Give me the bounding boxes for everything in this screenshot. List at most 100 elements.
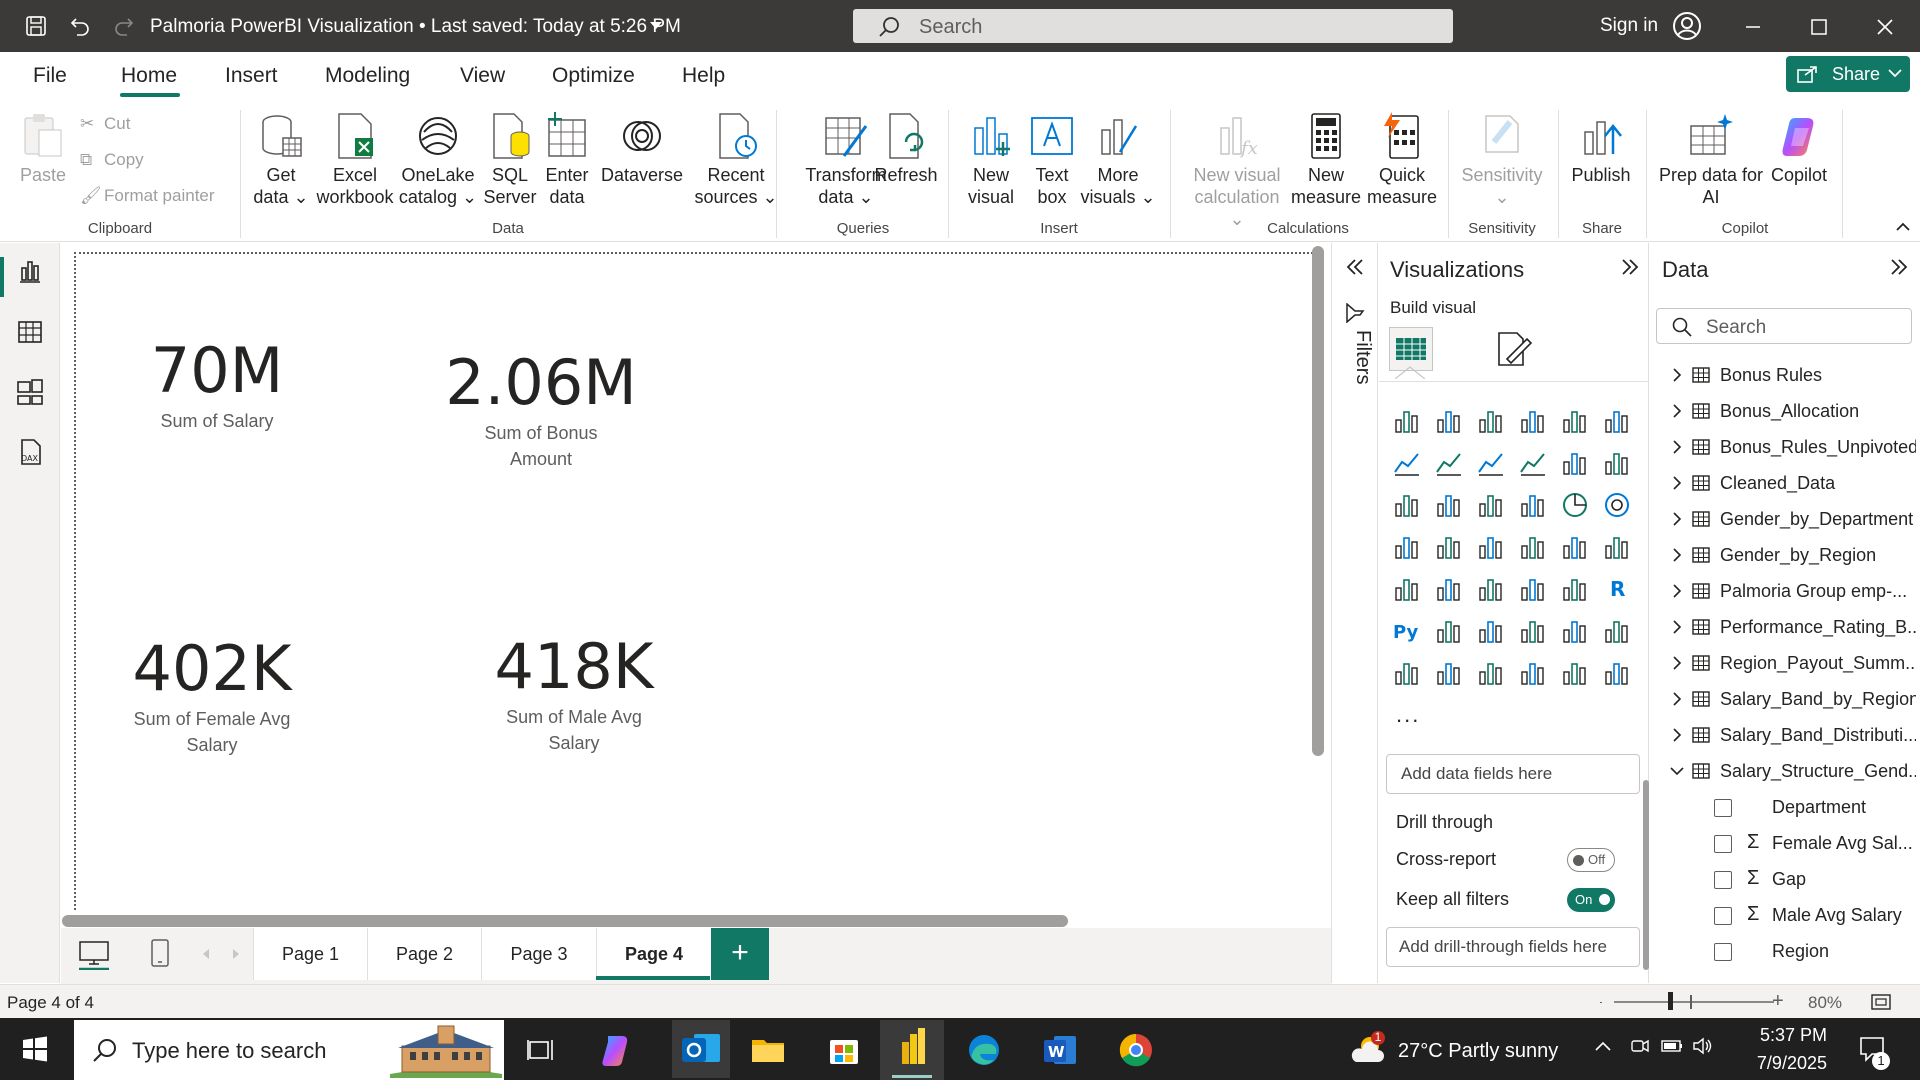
chevron-right-icon[interactable] [1668,438,1686,456]
tab-home[interactable]: Home [121,64,177,88]
model-view-icon[interactable] [14,376,46,408]
page-tab-4[interactable]: Page 4 [596,928,711,980]
tab-optimize[interactable]: Optimize [552,64,635,88]
recent-sources-button[interactable]: Recent sources ⌄ [690,112,782,208]
new-visual-calculation-button[interactable]: fx New visual calculation ⌄ [1186,112,1288,230]
cut-button[interactable]: ✂ Cut [80,114,130,134]
previous-page-icon[interactable] [201,948,211,960]
field-item[interactable]: Department [1714,793,1918,823]
data-table-item[interactable]: Region_Payout_Summ... [1668,649,1916,679]
field-checkbox[interactable] [1714,943,1732,961]
sql-server-button[interactable]: SQL Server [482,112,538,208]
format-visual-tab[interactable] [1493,329,1537,369]
weather-text[interactable]: 27°C Partly sunny [1398,1040,1558,1063]
tab-help[interactable]: Help [682,64,725,88]
table-visual-icon[interactable] [1518,574,1548,604]
global-search-box[interactable]: Search [853,9,1453,43]
page-tab-1[interactable]: Page 1 [253,928,367,980]
chevron-right-icon[interactable] [1668,366,1686,384]
pie-chart-icon[interactable] [1560,490,1590,520]
data-table-item[interactable]: Bonus Rules [1668,361,1916,391]
field-item[interactable]: Region [1714,937,1918,967]
clustered-bar-chart-icon[interactable] [1476,406,1506,436]
sign-in-link[interactable]: Sign in [1600,15,1658,37]
cross-report-toggle[interactable]: Off [1567,848,1615,872]
chevron-right-icon[interactable] [1668,474,1686,492]
field-item[interactable]: Σ Female Avg Sal... [1714,829,1918,859]
desktop-layout-icon[interactable] [77,938,111,970]
multi-row-card-icon[interactable] [1392,574,1422,604]
paginated-report-icon[interactable] [1560,616,1590,646]
chrome-browser-icon[interactable] [1116,1030,1156,1070]
waterfall-chart-icon[interactable] [1434,490,1464,520]
python-visual-icon[interactable]: Py [1392,616,1422,646]
title-chevron-down-icon[interactable] [649,21,663,31]
line-column-chart-icon[interactable] [1560,448,1590,478]
field-checkbox[interactable] [1714,907,1732,925]
data-table-item[interactable]: Palmoria Group emp-... [1668,577,1916,607]
more-visuals-button[interactable]: More visuals ⌄ [1080,112,1156,208]
tab-modeling[interactable]: Modeling [325,64,410,88]
field-item[interactable]: Σ Male Avg Salary [1714,901,1918,931]
page-tab-3[interactable]: Page 3 [481,928,596,980]
gauge-icon[interactable] [1560,532,1590,562]
r-script-visual-icon[interactable]: R [1602,574,1632,604]
user-avatar-icon[interactable] [1672,11,1702,41]
format-painter-button[interactable]: 🖌 Format painter [80,186,215,206]
dax-query-view-icon[interactable]: DAX [14,436,46,468]
data-table-item[interactable]: Salary_Band_by_Region [1668,685,1916,715]
meet-now-icon[interactable] [1630,1036,1650,1056]
zoom-slider-track[interactable] [1614,1001,1774,1003]
excel-workbook-button[interactable]: Excel workbook [314,112,396,208]
mobile-layout-icon[interactable] [149,938,171,968]
chevron-right-icon[interactable] [1668,618,1686,636]
copy-button[interactable]: ⧉ Copy [80,150,144,170]
prep-data-for-ai-button[interactable]: Prep data for AI [1654,112,1768,208]
chevron-right-icon[interactable] [1668,654,1686,672]
maximize-icon[interactable] [1810,18,1828,36]
matrix-visual-icon[interactable] [1560,574,1590,604]
canvas-horizontal-scrollbar[interactable] [62,915,1068,927]
dataverse-button[interactable]: Dataverse [596,112,688,186]
clock-date[interactable]: 7/9/2025 [1743,1053,1827,1074]
data-table-item[interactable]: Bonus_Allocation [1668,397,1916,427]
publish-button[interactable]: Publish [1566,112,1636,186]
save-icon[interactable] [22,12,50,40]
expand-filters-chevron-icon[interactable] [1344,257,1366,277]
fit-to-page-icon[interactable] [1870,992,1892,1012]
key-influencers-icon[interactable] [1434,616,1464,646]
edge-browser-icon[interactable] [964,1030,1004,1070]
data-table-item[interactable]: Cleaned_Data [1668,469,1916,499]
100-percent-area-chart-icon[interactable] [1518,448,1548,478]
file-explorer-icon[interactable] [748,1030,788,1070]
show-hidden-icons-chevron-icon[interactable] [1594,1040,1612,1052]
data-table-item[interactable]: Gender_by_Department [1668,505,1916,535]
line-clustered-column-chart-icon[interactable] [1602,448,1632,478]
field-item[interactable]: Σ Gap [1714,865,1918,895]
chevron-right-icon[interactable] [1668,726,1686,744]
decomposition-tree-icon[interactable] [1476,616,1506,646]
undo-icon[interactable] [66,12,94,40]
tab-file[interactable]: File [33,64,67,88]
enter-data-button[interactable]: Enter data [541,112,593,208]
chevron-down-icon[interactable] [1668,762,1686,780]
visualizations-scrollbar[interactable] [1643,780,1649,970]
button-slicer-icon[interactable] [1476,658,1506,688]
close-icon[interactable] [1876,18,1894,36]
chevron-right-icon[interactable] [1668,402,1686,420]
field-checkbox[interactable] [1714,871,1732,889]
map-icon[interactable] [1434,532,1464,562]
text-box-button[interactable]: Text box [1026,112,1078,208]
scatter-chart-icon[interactable] [1518,490,1548,520]
page-tab-2[interactable]: Page 2 [367,928,481,980]
microsoft-store-icon[interactable] [824,1030,864,1070]
new-measure-button[interactable]: New measure [1290,112,1362,208]
data-search-input[interactable]: Search [1656,308,1912,344]
zoom-slider-thumb[interactable] [1667,992,1673,1010]
filters-label[interactable]: Filters [1334,330,1374,384]
zoom-out-icon[interactable] [1600,1002,1602,1003]
filled-map-icon[interactable] [1476,532,1506,562]
windows-start-icon[interactable] [22,1036,48,1062]
copilot-button[interactable]: Copilot [1762,112,1836,186]
arcgis-map-icon[interactable] [1518,658,1548,688]
